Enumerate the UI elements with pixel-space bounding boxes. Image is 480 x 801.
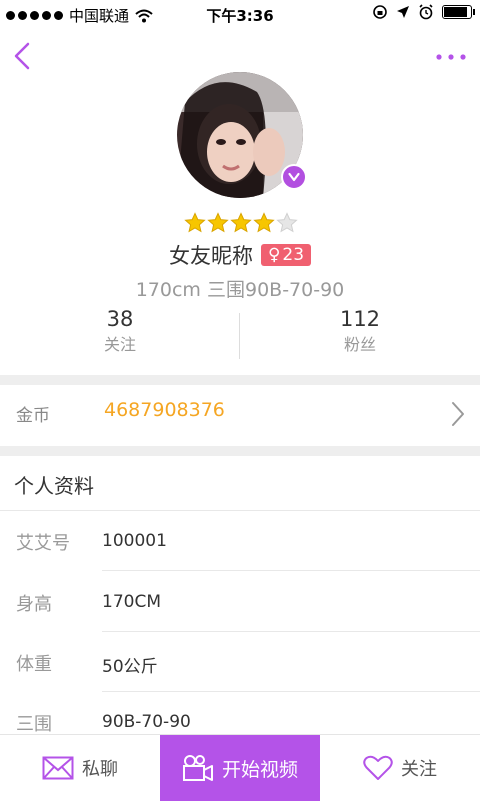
coins-row[interactable]: 金币 4687908376 [0,385,480,441]
fans-label: 粉丝 [343,335,376,354]
section-separator [0,375,480,385]
star-empty-icon [276,212,298,233]
following-count: 38 [106,307,134,331]
follow-label: 关注 [401,759,437,780]
start-video-label: 开始视频 [221,758,298,781]
fans-count: 112 [339,307,381,331]
profile-section-title: 个人资料 [14,474,94,498]
star-filled-icon [184,212,206,233]
verified-badge [281,164,307,190]
status-bar: 中国联通 下午3:36 [0,0,480,30]
info-value: 50公斤 [102,657,158,677]
name-row: 女友昵称 ♀ 23 [0,240,480,270]
following-stat[interactable]: 38 关注 [0,305,240,357]
coins-value: 4687908376 [104,399,225,421]
info-label: 艾艾号 [16,533,70,554]
stats-row: 38 关注 112 粉丝 [0,305,480,363]
following-label: 关注 [103,335,136,354]
battery-icon [442,5,475,19]
info-value: 90B-70-90 [102,712,191,732]
coins-label: 金币 [16,406,50,426]
chat-label: 私聊 [82,759,118,780]
divider [102,570,480,571]
alarm-clock-icon [419,4,433,20]
gender-age-badge: ♀ 23 [260,244,312,266]
video-camera-icon [182,755,213,781]
section-separator [0,446,480,456]
nickname: 女友昵称 [168,244,253,268]
verified-v-icon [288,172,300,182]
start-video-button[interactable]: 开始视频 [160,735,320,801]
chevron-right-icon [452,402,464,426]
measurements-line: 170cm 三围90B-70-90 [135,279,345,301]
chat-button[interactable]: 私聊 [0,735,160,801]
star-filled-icon [230,212,252,233]
follow-button[interactable]: 关注 [320,735,480,801]
age-value: 23 [282,245,305,265]
info-label: 三围 [16,714,52,735]
info-row-id: 艾艾号 100001 [0,511,480,571]
gender-icon: ♀ [267,245,281,265]
info-label: 身高 [16,594,52,615]
heart-icon [363,755,393,780]
back-button[interactable] [8,40,38,72]
info-row-weight: 体重 50公斤 [0,632,480,692]
envelope-icon [42,756,74,780]
info-value: 100001 [102,531,167,551]
fans-stat[interactable]: 112 粉丝 [240,305,480,357]
location-arrow-icon [397,6,409,18]
more-dots-icon [436,54,466,60]
rating-stars [184,212,298,234]
battery-fill [444,7,467,17]
info-value: 170CM [102,592,161,612]
more-button[interactable] [434,48,468,66]
star-filled-icon [207,212,229,233]
chevron-left-icon [14,42,30,70]
status-right [372,4,475,20]
info-row-height: 身高 170CM [0,572,480,632]
rotation-lock-icon [373,5,387,19]
info-label: 体重 [16,654,52,675]
bottom-toolbar: 私聊 开始视频 关注 [0,734,480,801]
star-filled-icon [253,212,275,233]
